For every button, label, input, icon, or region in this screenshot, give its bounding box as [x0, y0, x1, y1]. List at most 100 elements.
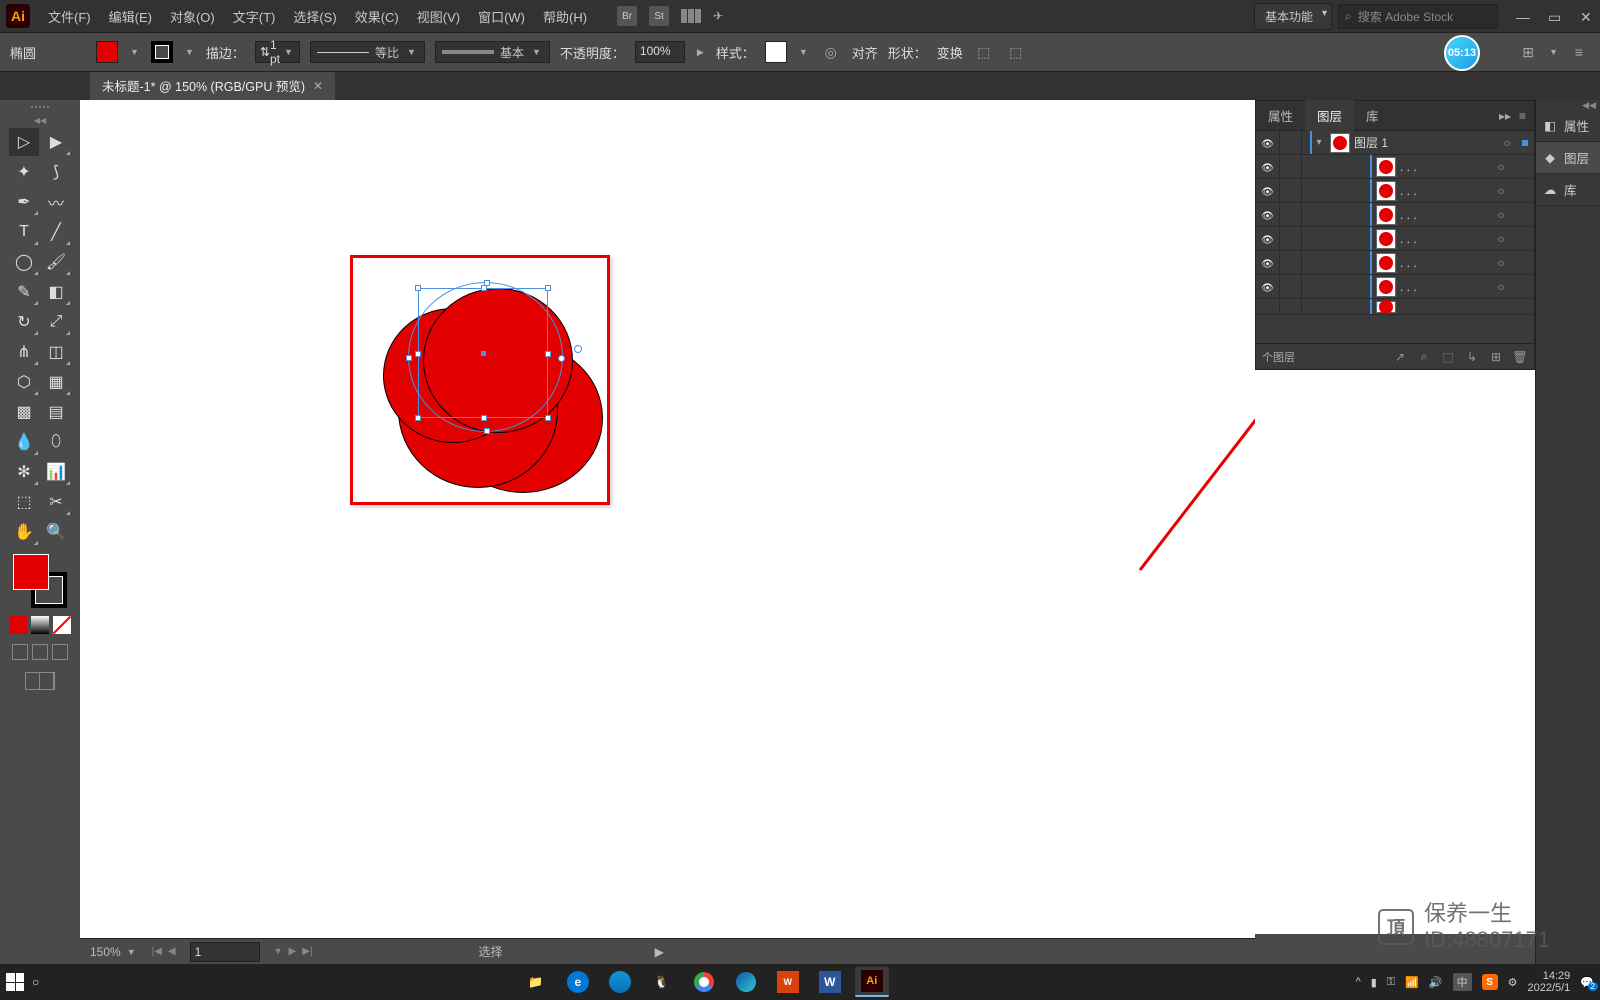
- visibility-toggle-icon[interactable]: [1261, 280, 1274, 294]
- status-arrow-icon[interactable]: ▶: [655, 945, 664, 959]
- draw-normal-icon[interactable]: [12, 644, 28, 660]
- panel-handle-icon[interactable]: [5, 106, 75, 114]
- style-swatch[interactable]: [765, 41, 787, 63]
- hand-tool[interactable]: ✋: [9, 518, 39, 546]
- target-icon[interactable]: ○: [1486, 256, 1516, 270]
- sublayer-name[interactable]: . . .: [1400, 160, 1486, 174]
- sublayer-row[interactable]: . . .○: [1256, 155, 1534, 179]
- sublayer-name[interactable]: . . .: [1400, 184, 1486, 198]
- shape-label[interactable]: 形状：: [888, 43, 927, 62]
- sublayer-row[interactable]: . . .○: [1256, 251, 1534, 275]
- target-icon[interactable]: ○: [1486, 184, 1516, 198]
- explorer-app-icon[interactable]: 📁: [519, 967, 553, 997]
- target-icon[interactable]: ○: [1486, 208, 1516, 222]
- collapsed-properties[interactable]: ◧属性: [1536, 110, 1600, 142]
- menu-select[interactable]: 选择(S): [285, 3, 344, 30]
- magic-wand-tool[interactable]: ✦: [9, 158, 39, 186]
- sublayer-name[interactable]: . . .: [1400, 256, 1486, 270]
- artboard-nav-fwd[interactable]: ▼▶▶|: [272, 944, 315, 959]
- sublayer-row[interactable]: . . .○: [1256, 179, 1534, 203]
- tab-libraries[interactable]: 库: [1354, 100, 1391, 131]
- menu-effect[interactable]: 效果(C): [347, 3, 407, 30]
- settings-icon[interactable]: ⚙: [1508, 976, 1518, 989]
- tab-close-button[interactable]: ✕: [313, 79, 323, 93]
- type-tool[interactable]: T: [9, 218, 39, 246]
- wifi-icon[interactable]: ⚿: [1387, 976, 1395, 989]
- qq-app-icon[interactable]: [603, 967, 637, 997]
- sublayer-row[interactable]: . . .○: [1256, 203, 1534, 227]
- shaper-tool[interactable]: ✎: [9, 278, 39, 306]
- style-dropdown-icon[interactable]: ▼: [797, 47, 810, 57]
- lock-toggle[interactable]: [1280, 131, 1302, 154]
- stroke-width-input[interactable]: ⇅1 pt▼: [255, 41, 300, 63]
- taskbar-search-icon[interactable]: ○: [32, 975, 52, 989]
- target-icon[interactable]: ○: [1492, 136, 1522, 150]
- isolate-icon[interactable]: ⬚: [973, 41, 995, 63]
- scale-tool[interactable]: ⤢: [41, 308, 71, 336]
- color-mode-solid[interactable]: [9, 616, 27, 634]
- new-layer-icon[interactable]: ⊞: [1488, 350, 1504, 364]
- fill-stroke-control[interactable]: [13, 554, 67, 608]
- delete-layer-icon[interactable]: 🗑: [1512, 350, 1528, 364]
- curvature-tool[interactable]: 〰: [41, 188, 71, 216]
- arrange-documents-icon[interactable]: [681, 9, 701, 23]
- ime-indicator[interactable]: 中: [1453, 973, 1472, 991]
- artboard-tool[interactable]: ⬚: [9, 488, 39, 516]
- workspace-selector[interactable]: 基本功能: [1254, 3, 1332, 30]
- document-tab[interactable]: 未标题-1* @ 150% (RGB/GPU 预览) ✕: [90, 71, 335, 100]
- panel-menu-icon[interactable]: ≡: [1519, 109, 1526, 123]
- shape-builder-tool[interactable]: ⬡: [9, 368, 39, 396]
- volume-icon[interactable]: 🔊: [1429, 976, 1443, 989]
- symbol-sprayer-tool[interactable]: ✻: [9, 458, 39, 486]
- edit-icon[interactable]: ⬚: [1005, 41, 1027, 63]
- layer-name[interactable]: 图层 1: [1354, 134, 1492, 151]
- variable-width-select[interactable]: 等比▼: [310, 41, 425, 63]
- fill-dropdown-icon[interactable]: ▼: [128, 47, 141, 57]
- free-transform-tool[interactable]: ◫: [41, 338, 71, 366]
- sublayer-name[interactable]: . . .: [1400, 208, 1486, 222]
- stroke-dropdown-icon[interactable]: ▼: [183, 47, 196, 57]
- edge-app-icon[interactable]: [729, 967, 763, 997]
- wps-app-icon[interactable]: W: [771, 967, 805, 997]
- visibility-toggle-icon[interactable]: [1261, 232, 1274, 246]
- chrome-app-icon[interactable]: [687, 967, 721, 997]
- target-icon[interactable]: ○: [1486, 280, 1516, 294]
- collapsed-layers[interactable]: ◆图层: [1536, 142, 1600, 174]
- tab-layers[interactable]: 图层: [1305, 100, 1354, 131]
- sublayer-row[interactable]: [1256, 299, 1534, 315]
- visibility-toggle-icon[interactable]: [1261, 256, 1274, 270]
- transform-label[interactable]: 变换: [937, 43, 963, 62]
- recolor-icon[interactable]: ◎: [820, 41, 842, 63]
- blend-tool[interactable]: ⬯: [41, 428, 71, 456]
- fill-color-icon[interactable]: [13, 554, 49, 590]
- stock-search-input[interactable]: ⌕ 搜索 Adobe Stock: [1338, 4, 1498, 29]
- color-mode-none[interactable]: [53, 616, 71, 634]
- tray-app-icon[interactable]: ▮: [1371, 976, 1377, 989]
- artboard-nav[interactable]: |◀◀: [150, 944, 178, 959]
- gpu-icon[interactable]: ✈: [713, 9, 723, 23]
- fill-swatch[interactable]: [96, 41, 118, 63]
- canvas-viewport[interactable]: [80, 100, 1255, 964]
- slice-tool[interactable]: ✂: [41, 488, 71, 516]
- draw-behind-icon[interactable]: [32, 644, 48, 660]
- draw-inside-icon[interactable]: [52, 644, 68, 660]
- locate-object-icon[interactable]: ↗: [1392, 350, 1408, 364]
- sublayer-row[interactable]: . . .○: [1256, 275, 1534, 299]
- notifications-icon[interactable]: 💬2: [1580, 976, 1594, 989]
- layer-list[interactable]: ▾ 图层 1 ○ . . .○ . . .○ . . .○ . . .○ . .…: [1256, 131, 1534, 343]
- collapse-panel-icon[interactable]: ▸▸: [1499, 109, 1511, 123]
- new-sublayer-icon[interactable]: ↳: [1464, 350, 1480, 364]
- color-mode-gradient[interactable]: [31, 616, 49, 634]
- close-button[interactable]: ✕: [1580, 9, 1594, 23]
- visibility-toggle-icon[interactable]: [1261, 136, 1274, 150]
- direct-selection-tool[interactable]: ▶: [41, 128, 71, 156]
- tray-expand-icon[interactable]: ^: [1356, 976, 1361, 988]
- layer-row-parent[interactable]: ▾ 图层 1 ○: [1256, 131, 1534, 155]
- network-icon[interactable]: 📶: [1405, 976, 1419, 989]
- lasso-tool[interactable]: ⟆: [41, 158, 71, 186]
- pref-icon[interactable]: ⊞: [1517, 41, 1539, 63]
- menu-file[interactable]: 文件(F): [40, 3, 99, 30]
- edge-legacy-app-icon[interactable]: e: [561, 967, 595, 997]
- sublayer-name[interactable]: . . .: [1400, 232, 1486, 246]
- opacity-arrow-icon[interactable]: ▶: [695, 47, 706, 58]
